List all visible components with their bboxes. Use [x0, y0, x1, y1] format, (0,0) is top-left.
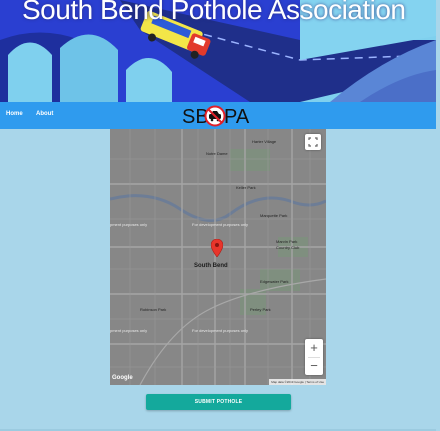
nav-home-link[interactable]: Home [6, 111, 23, 117]
hero-title: South Bend Pothole Association [22, 0, 406, 25]
map-attribution[interactable]: Map data ©2019 Google | Terms of Use [269, 379, 326, 385]
no-car-icon [204, 105, 226, 127]
fullscreen-icon [308, 137, 318, 147]
hero-banner: South Bend Pothole Association [0, 0, 436, 102]
logo-text-right: PA [224, 106, 250, 128]
map-dev-watermark-prefix-bottom: pment purposes only [110, 328, 148, 333]
map-label-robinson-park: Robinson Park [140, 307, 167, 312]
map-dev-watermark-top: For development purposes only [192, 222, 249, 227]
zoom-controls: + − [305, 339, 323, 375]
map-label-notre-dame: Notre Dame [206, 151, 228, 156]
map-label-marquette-park: Marquette Park [260, 213, 288, 218]
submit-pothole-button[interactable]: SUBMIT POTHOLE [146, 394, 291, 410]
google-logo[interactable]: Google [112, 375, 133, 381]
map-widget[interactable]: Harter Village Notre Dame Keller Park Ma… [110, 129, 326, 385]
map-dev-watermark-prefix-top: pment purposes only [110, 222, 148, 227]
map-dev-watermark-bottom: For development purposes only [192, 328, 249, 333]
map-roads [110, 129, 326, 385]
map-label-perley-park: Perley Park [250, 307, 271, 312]
site-logo[interactable]: SB PA [180, 104, 260, 128]
map-label-keller-park: Keller Park [236, 185, 256, 190]
nav-about-link[interactable]: About [36, 111, 53, 117]
zoom-out-button[interactable]: − [305, 357, 323, 375]
map-label-country-club: Country Club [276, 245, 300, 250]
map-label-edgewater-park: Edgewater Park [260, 279, 289, 284]
map-city-label: South Bend [194, 263, 228, 269]
map-pin-icon[interactable] [211, 239, 223, 257]
zoom-in-button[interactable]: + [305, 339, 323, 357]
fullscreen-button[interactable] [305, 134, 321, 150]
map-label-marvin-park: Marvin Park [276, 239, 298, 244]
map-label-harter-village: Harter Village [252, 139, 277, 144]
